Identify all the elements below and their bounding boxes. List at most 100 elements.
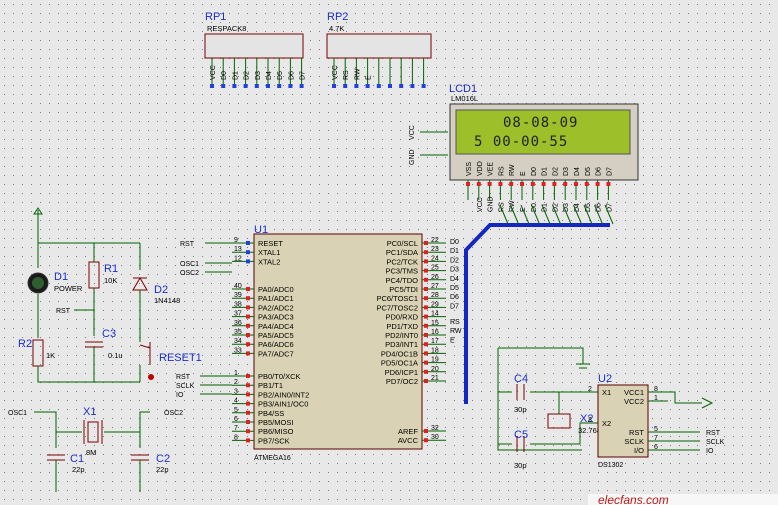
u1-pin-name: PB5/MOSI	[258, 418, 293, 427]
u1-pin-number: 12	[234, 255, 242, 262]
pin-marker	[584, 182, 589, 186]
u1-pin-name: PB6/MISO	[258, 427, 294, 436]
u1-pin-number: 20	[431, 366, 439, 373]
u1-left-net-label: RST	[180, 241, 195, 248]
u1-right-net-label: D7	[450, 303, 459, 310]
u1-pin-name: XTAL2	[258, 257, 280, 266]
c5-ref: C5	[514, 429, 528, 441]
u1-pin-number: 14	[431, 311, 439, 318]
pin-marker	[246, 374, 250, 378]
u1-pin-name: PA3/ADC3	[258, 313, 294, 322]
c1-value: 22p	[72, 465, 85, 474]
u1-pb-net-label: IO	[176, 392, 184, 399]
u1-pin-number: 28	[431, 292, 439, 299]
u1-pin-name: PA5/ADC5	[258, 331, 294, 340]
u1-pin-name: PC3/TMS	[385, 267, 418, 276]
u2-net-label: IO	[706, 448, 714, 455]
pin-marker	[606, 182, 611, 186]
pin-marker	[424, 360, 428, 365]
pin-marker	[424, 287, 428, 291]
reset-button-ref: RESET1	[159, 352, 202, 364]
pin-marker	[246, 342, 250, 347]
u1-right-net-label: D6	[450, 294, 459, 301]
c4-value: 30p	[514, 405, 527, 414]
u1-right-net-label: D2	[450, 257, 459, 264]
pin-marker	[424, 351, 428, 356]
pin-marker	[354, 84, 359, 88]
lcd-pin-label: D0	[531, 167, 538, 176]
u1-pin-number: 6	[234, 416, 238, 423]
lcd-pin-label: D4	[574, 167, 581, 176]
pin-marker	[530, 182, 535, 186]
pack-pin-label: D5	[277, 71, 284, 80]
d2-ref: D2	[154, 284, 168, 296]
u1-pin-number: 2	[234, 379, 238, 386]
u1-right-net-label: D5	[450, 285, 459, 292]
pin-marker	[210, 84, 214, 88]
u1-pin-name: RESET	[258, 239, 283, 248]
u1-pin-name: PB0/T0/XCK	[258, 372, 301, 381]
pin-marker	[388, 84, 392, 88]
d2-value: 1N4148	[154, 296, 180, 305]
c4-ref: C4	[514, 373, 528, 385]
osc1-label: OSC1	[8, 410, 27, 417]
pin-marker	[399, 84, 404, 88]
c2-ref: C2	[156, 453, 170, 465]
u2-pin-number: 8	[654, 386, 658, 393]
u1-pin-number: 5	[234, 407, 238, 414]
pack-pin-label: E	[366, 75, 373, 80]
pin-marker	[221, 84, 226, 88]
u2-pin-number: 6	[654, 444, 658, 451]
u2-pin-name: X1	[602, 388, 611, 397]
pin-marker	[243, 84, 248, 88]
u1-pin-number: 29	[431, 301, 439, 308]
pin-marker	[246, 296, 250, 301]
r2-value: 1K	[46, 351, 55, 360]
d1-value: POWER	[54, 284, 83, 293]
pack-pin-label: D0	[221, 71, 228, 80]
lcd-pin-label: RW	[509, 164, 516, 176]
pin-marker	[246, 420, 250, 424]
r2-ref: R2	[18, 338, 32, 350]
x1-value: 8M	[86, 448, 96, 457]
pin-marker	[424, 429, 428, 433]
u1-pin-name: PB7/SCK	[258, 436, 290, 445]
pin-marker	[246, 305, 250, 310]
c2-value: 22p	[156, 465, 169, 474]
u1-pin-number: 8	[234, 434, 238, 441]
u2-net-label: RST	[706, 430, 721, 437]
lcd-pin-label: E	[520, 171, 527, 176]
rp1-ref: RP1	[205, 11, 226, 23]
u1-pin-name: PA4/ADC4	[258, 322, 294, 331]
u2-value: DS1302	[598, 462, 623, 469]
pin-marker	[343, 84, 348, 88]
u2-pin-number: 2	[588, 386, 592, 393]
lcd-pin-label: D6	[596, 167, 603, 176]
pin-marker	[246, 241, 250, 245]
pin-marker	[424, 277, 428, 282]
u1-right-net-label: E	[450, 337, 455, 344]
pack-pin-label: RS	[343, 70, 350, 80]
pack-pin-label: VCC	[210, 65, 217, 80]
schematic-canvas: RP1 RESPACK8 VCC D0 D1 D2 D3 D4 D5 D6 D7 RP2 4.7…	[0, 0, 778, 505]
u1-pin-name: PB4/SS	[258, 409, 284, 418]
u1-pin-name: PC1/SDA	[386, 248, 418, 257]
pin-marker	[246, 333, 250, 337]
u2-pin-name: VCC1	[624, 388, 644, 397]
u1-pb-net-label: SCLK	[176, 383, 195, 390]
pin-marker	[498, 182, 503, 186]
u2-pin-name: SCLK	[624, 437, 644, 446]
u1-pin-number: 32	[431, 425, 439, 432]
pin-marker	[246, 323, 250, 328]
pin-marker	[424, 314, 428, 319]
u1-pin-name: PC5/TDI	[389, 285, 418, 294]
u1-pin-name: PC2/TCK	[386, 257, 418, 266]
u1-pin-number: 33	[234, 347, 242, 354]
pack-pin-label: D2	[244, 71, 251, 80]
u2-net-label: SCLK	[706, 439, 725, 446]
pack-pin-label: RW	[354, 68, 361, 80]
pin-marker	[246, 351, 250, 356]
pin-marker	[246, 401, 250, 406]
pack-pin-label: D6	[288, 71, 295, 80]
watermark-text: elecfans.com	[598, 493, 669, 505]
